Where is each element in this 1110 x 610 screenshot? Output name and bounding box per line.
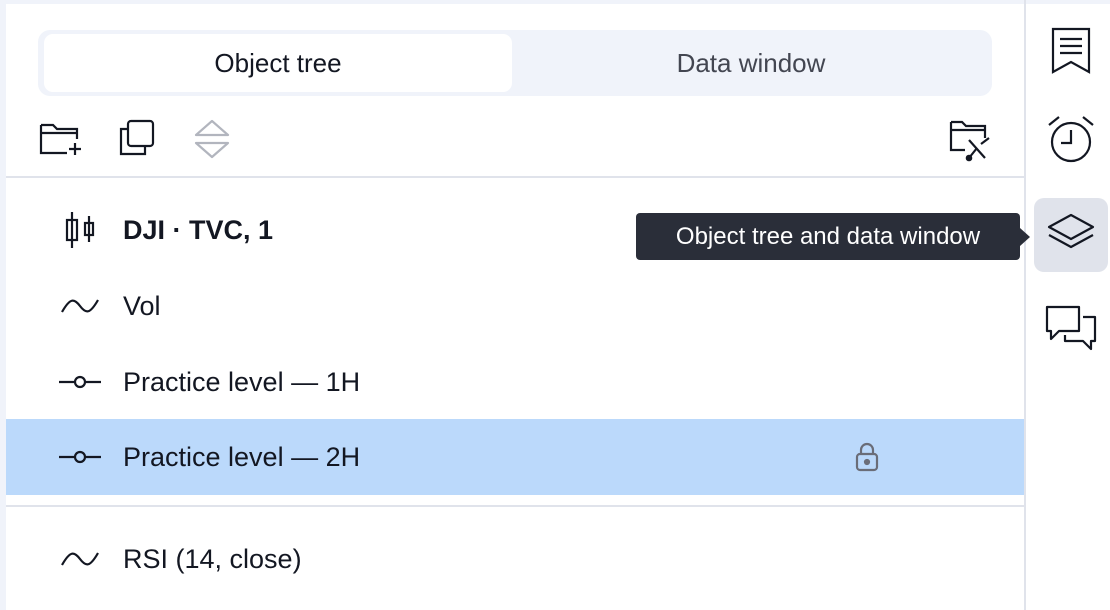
watchlist-icon: [1049, 26, 1093, 81]
tree-item-label: Practice level — 2H: [123, 441, 361, 472]
tree-item-rsi[interactable]: RSI (14, close): [6, 521, 1024, 597]
tree-item-practice-2h[interactable]: Practice level — 2H: [6, 419, 1024, 495]
layers-icon: [1045, 211, 1097, 260]
tree-item-label: Practice level — 1H: [123, 366, 361, 397]
tree-item-vol[interactable]: Vol: [6, 268, 1024, 344]
indicator-wave-icon: [58, 521, 102, 597]
tree-item-label: DJI · TVC, 1: [123, 214, 274, 245]
chat-button[interactable]: [1034, 292, 1108, 366]
lock-icon[interactable]: [852, 442, 882, 472]
alarm-clock-icon: [1045, 113, 1097, 170]
tab-object-tree[interactable]: Object tree: [44, 34, 512, 92]
reorder-icon[interactable]: [192, 118, 232, 160]
tree-item-label: RSI (14, close): [123, 543, 302, 574]
toolbar-separator: [6, 176, 1024, 178]
tooltip: Object tree and data window: [636, 213, 1030, 260]
tab-data-window[interactable]: Data window: [516, 34, 986, 92]
pane-separator: [6, 505, 1024, 507]
panel-divider: [1024, 0, 1026, 610]
tree-item-practice-1h[interactable]: Practice level — 1H: [6, 344, 1024, 420]
duplicate-icon[interactable]: [114, 118, 158, 158]
tree-item-label: Vol: [123, 290, 161, 321]
alerts-button[interactable]: [1034, 104, 1108, 178]
horizontal-line-icon: [58, 419, 102, 495]
chat-icon: [1045, 301, 1097, 358]
manage-folders-icon[interactable]: [944, 116, 994, 162]
indicator-wave-icon: [58, 268, 102, 344]
horizontal-line-icon: [58, 344, 102, 420]
tab-switcher: Object tree Data window: [38, 30, 992, 96]
object-tree-button[interactable]: [1034, 198, 1108, 272]
watchlist-button[interactable]: [1034, 16, 1108, 90]
new-folder-icon[interactable]: [36, 118, 86, 158]
candlestick-icon: [58, 192, 102, 268]
